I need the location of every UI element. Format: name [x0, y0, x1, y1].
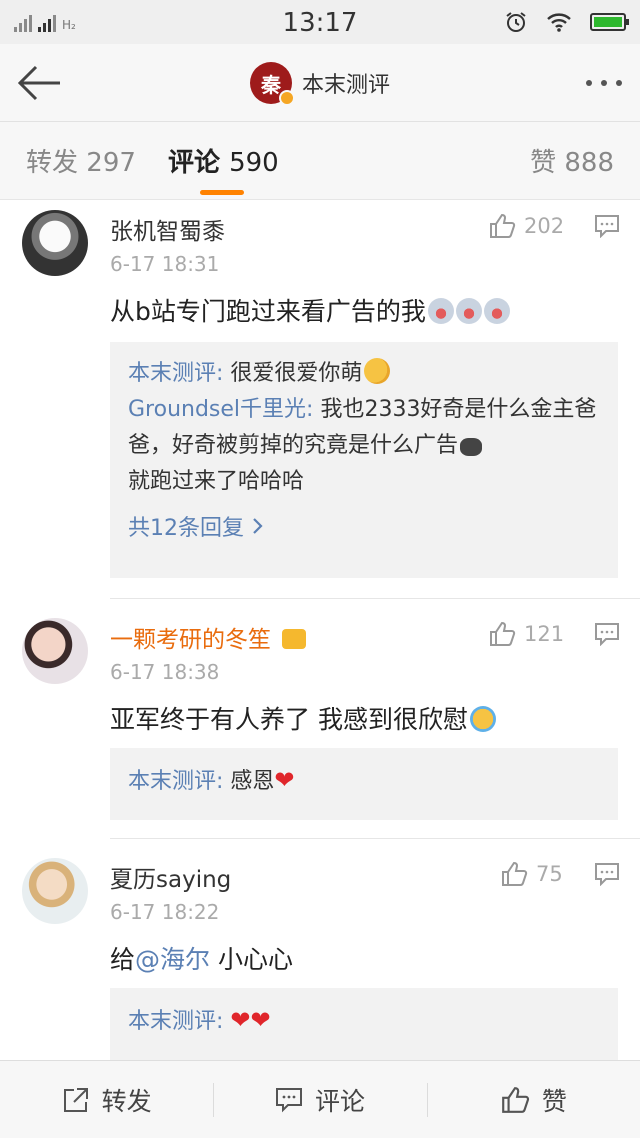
comment-like-button[interactable]: 121: [488, 620, 564, 648]
reply-author[interactable]: 本末测评:: [128, 1009, 223, 1034]
view-more-replies-label: 共12条回复: [128, 516, 244, 541]
comment-icon: [275, 1087, 302, 1112]
reply-author[interactable]: Groundsel千里光:: [128, 397, 313, 422]
reply-item: 本末测评: ❤❤: [128, 1002, 600, 1040]
reply-item: 本末测评: 感恩❤: [128, 762, 600, 800]
comment-divider: [110, 598, 640, 599]
heart-icon: ❤: [274, 766, 295, 794]
more-menu-icon[interactable]: [586, 80, 622, 86]
status-bar: H₂ 13:17: [0, 0, 640, 44]
tab-active-indicator: [200, 190, 244, 195]
reply-text-continued: 就跑过来了哈哈哈: [128, 469, 305, 494]
comment-text: 从b站专门跑过来看广告的我: [110, 292, 510, 328]
logo-char: 秦: [260, 72, 281, 97]
comment-time: 6-17 18:22: [110, 900, 220, 924]
comment-text: 给@海尔 小心心: [110, 940, 293, 976]
tab-repost[interactable]: 转发 297: [26, 142, 136, 179]
tab-repost-label: 转发: [26, 148, 79, 178]
reply-author[interactable]: 本末测评:: [128, 769, 223, 794]
reply-item: Groundsel千里光: 我也2333好奇是什么金主爸爸，好奇被剪掉的究竟是什…: [128, 392, 600, 500]
laughing-face-icon: [483, 298, 510, 324]
reply-item: 本末测评: 很爱很爱你萌: [128, 356, 600, 392]
comment-time: 6-17 18:31: [110, 252, 220, 276]
page-title: 本末测评: [301, 73, 390, 98]
thumbs-up-icon: [490, 621, 516, 646]
tab-comment-label: 评论: [168, 148, 221, 178]
comment-text-prefix: 给: [110, 945, 136, 974]
reply-text: [223, 1009, 230, 1034]
comment-time: 6-17 18:38: [110, 660, 220, 684]
repost-button[interactable]: 转发: [0, 1061, 213, 1138]
nav-center: 秦 本末测评: [0, 62, 640, 106]
laughing-face-icon: [427, 298, 454, 324]
heart-icon: ❤: [250, 1006, 271, 1034]
account-logo[interactable]: 秦: [249, 62, 295, 106]
comment-item: 夏历saying 6-17 18:22 75 给@海尔 小心心 本末测评: ❤❤: [0, 848, 640, 1060]
avatar[interactable]: [22, 618, 88, 684]
comment-text: 亚军终于有人养了 我感到很欣慰: [110, 700, 496, 736]
reply-text: 感恩: [223, 769, 275, 794]
comment-text-content: 亚军终于有人养了 我感到很欣慰: [110, 705, 468, 734]
reply-text: 很爱很爱你萌: [223, 361, 363, 386]
reply-box: 本末测评: ❤❤: [110, 988, 618, 1060]
bottom-action-bar: 转发 评论 赞: [0, 1060, 640, 1138]
view-more-replies-link[interactable]: 共12条回复: [128, 510, 600, 542]
like-button[interactable]: 赞: [426, 1061, 640, 1138]
mention-link[interactable]: @海尔: [135, 945, 210, 974]
tab-like-label: 赞: [530, 148, 557, 178]
comment-like-button[interactable]: 202: [488, 212, 564, 240]
comment-item: 一颗考研的冬笙 6-17 18:38 121 亚军终于有人养了 我感到很欣慰 本…: [0, 608, 640, 840]
reply-comment-icon[interactable]: [594, 622, 620, 646]
tab-repost-count: 297: [86, 148, 136, 178]
comment-author-name: 一颗考研的冬笙: [110, 627, 271, 653]
comment-like-count: 202: [524, 214, 565, 238]
battery-icon: [590, 13, 629, 31]
laughing-face-icon: [455, 298, 482, 324]
comment-like-count: 121: [524, 622, 565, 646]
like-label: 赞: [541, 1086, 567, 1116]
thumbs-up-icon: [490, 213, 516, 238]
tab-like[interactable]: 赞 888: [530, 142, 614, 179]
tab-comment-count: 590: [229, 148, 279, 178]
reply-comment-icon[interactable]: [594, 214, 620, 238]
hand-gesture-icon: [460, 438, 483, 456]
reply-author[interactable]: 本末测评:: [128, 361, 223, 386]
crown-icon: [282, 629, 307, 649]
comment-author[interactable]: 一颗考研的冬笙: [110, 620, 307, 654]
comment-author[interactable]: 夏历saying: [110, 860, 231, 894]
tears-of-joy-icon: [469, 706, 496, 732]
wifi-icon: [547, 13, 571, 32]
comment-text-content: 从b站专门跑过来看广告的我: [110, 297, 426, 326]
comment-like-count: 75: [536, 862, 563, 886]
reply-comment-icon[interactable]: [594, 862, 620, 886]
status-right: [504, 10, 629, 34]
repost-label: 转发: [101, 1086, 152, 1116]
avatar[interactable]: [22, 210, 88, 276]
alarm-icon: [506, 12, 526, 32]
comment-item: 张机智蜀黍 6-17 18:31 202 从b站专门跑过来看广告的我 本末测评:…: [0, 200, 640, 600]
reply-box: 本末测评: 感恩❤: [110, 748, 618, 820]
comment-button[interactable]: 评论: [213, 1061, 426, 1138]
reply-box: 本末测评: 很爱很爱你萌 Groundsel千里光: 我也2333好奇是什么金主…: [110, 342, 618, 578]
tab-bar: 转发 297 评论 590 赞 888: [0, 122, 640, 200]
chevron-right-icon: [253, 518, 263, 534]
avatar[interactable]: [22, 858, 88, 924]
comment-divider: [110, 838, 640, 839]
nav-bar: 秦 本末测评: [0, 44, 640, 122]
kiss-face-icon: [364, 358, 391, 384]
thumbs-up-icon: [502, 861, 528, 886]
tab-like-count: 888: [564, 148, 614, 178]
share-icon: [63, 1087, 88, 1112]
comment-like-button[interactable]: 75: [500, 860, 563, 888]
verified-badge-icon: [278, 90, 295, 106]
heart-icon: ❤: [230, 1006, 251, 1034]
comment-author[interactable]: 张机智蜀黍: [110, 212, 225, 246]
comment-text-suffix: 小心心: [210, 945, 293, 974]
thumbs-up-icon: [501, 1086, 529, 1113]
comment-label: 评论: [314, 1086, 365, 1116]
